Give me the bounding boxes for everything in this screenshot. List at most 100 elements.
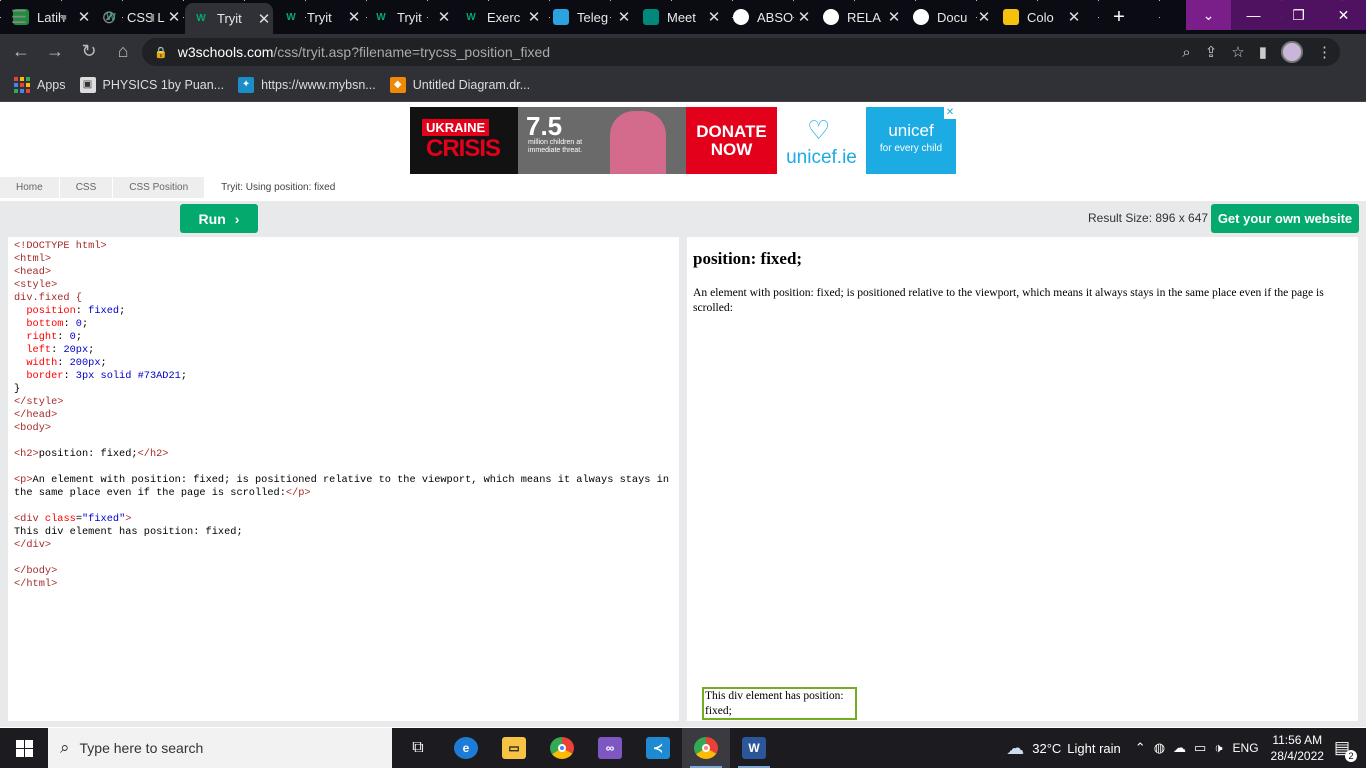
word-button[interactable]: W <box>730 728 778 768</box>
weather-temp[interactable]: 32°C <box>1032 741 1061 756</box>
browser-tab[interactable]: ABSO ✕ <box>725 4 813 30</box>
code-token: left <box>26 344 52 356</box>
code-line: <style> <box>14 279 679 292</box>
tab-close-icon[interactable]: ✕ <box>525 8 543 26</box>
code-token: This div element has position: fixed; <box>14 526 243 538</box>
notifications-icon[interactable]: ▤ 2 <box>1334 738 1357 762</box>
visual-studio-button[interactable]: ∞ <box>586 728 634 768</box>
menu-kebab-icon[interactable]: ⋮ <box>1317 43 1332 61</box>
code-line: </head> <box>14 409 679 422</box>
ad-tagline: for every child <box>879 143 943 154</box>
child-photo <box>610 111 666 174</box>
breadcrumb-css-position[interactable]: CSS Position <box>113 177 205 198</box>
code-token: } <box>14 383 21 395</box>
home-button[interactable]: ⌂ <box>110 38 136 64</box>
cloud-rain-icon: ☁ <box>1006 737 1025 758</box>
tab-close-icon[interactable]: ✕ <box>165 8 183 26</box>
tab-title: Tryit <box>307 9 332 25</box>
zoom-icon[interactable]: ⌕ <box>1182 44 1190 61</box>
profile-avatar[interactable] <box>1281 41 1303 63</box>
ad-banner[interactable]: UKRAINE CRISIS 7.5 million children at i… <box>410 107 956 174</box>
address-bar[interactable]: 🔒 w3schools.com/css/tryit.asp?filename=t… <box>142 38 1340 66</box>
w3schools-icon: W <box>376 11 386 23</box>
file-explorer-button[interactable]: ▭ <box>490 728 538 768</box>
browser-tab[interactable]: W Tryit ✕ <box>365 4 453 30</box>
dark-mode-icon[interactable]: ◐ <box>143 7 165 27</box>
tab-close-icon[interactable]: ✕ <box>615 8 633 26</box>
chrome-button[interactable] <box>538 728 586 768</box>
code-token: </style> <box>14 396 64 408</box>
onedrive-icon[interactable]: ☁ <box>1173 740 1186 756</box>
tab-close-icon[interactable]: ✕ <box>795 8 813 26</box>
vscode-button[interactable]: ≺ <box>634 728 682 768</box>
maximize-button[interactable]: ❐ <box>1276 0 1321 30</box>
ad-close-icon[interactable]: ✕ <box>944 107 956 119</box>
new-tab-button[interactable]: + <box>1108 7 1130 29</box>
code-line: right: 0; <box>14 331 679 344</box>
browser-tab[interactable]: W Tryit ✕ <box>185 3 273 34</box>
code-editor[interactable]: <!DOCTYPE html> <html> <head> <style> div.fi… <box>8 237 679 721</box>
bookmark-mybsn[interactable]: ✦ https://www.mybsn... <box>238 76 376 93</box>
back-button[interactable]: ← <box>8 38 34 64</box>
run-button[interactable]: Run › <box>180 204 258 233</box>
taskbar-search[interactable]: ⌕ Type here to search <box>48 728 392 768</box>
window-controls: ⌄ — ❐ ✕ <box>1186 0 1366 30</box>
breadcrumb-css[interactable]: CSS <box>59 177 113 198</box>
code-line: This div element has position: fixed; <box>14 526 679 539</box>
tab-close-icon[interactable]: ✕ <box>885 8 903 26</box>
bookmark-physics[interactable]: ▣ PHYSICS 1by Puan... <box>79 76 224 93</box>
reload-button[interactable]: ↻ <box>76 38 102 64</box>
tab-search-button[interactable]: ⌄ <box>1186 0 1231 30</box>
bookmark-apps[interactable]: Apps <box>14 76 66 93</box>
side-panel-icon[interactable]: ▮ <box>1259 43 1267 61</box>
network-icon[interactable]: ▭ <box>1194 740 1206 756</box>
browser-tab[interactable]: RELA ✕ <box>815 4 903 30</box>
edge-button[interactable]: e <box>442 728 490 768</box>
meet-now-icon[interactable]: ◍ <box>1154 740 1165 756</box>
close-window-button[interactable]: ✕ <box>1321 0 1366 30</box>
clock[interactable]: 11:56 AM 28/4/2022 <box>1271 732 1324 764</box>
tab-close-icon[interactable]: ✕ <box>255 10 273 28</box>
forward-button[interactable]: → <box>42 38 68 64</box>
task-view-button[interactable]: ⧉ <box>394 728 442 768</box>
get-website-button[interactable]: Get your own website <box>1211 204 1359 233</box>
tab-close-icon[interactable]: ✕ <box>345 8 363 26</box>
code-token: <!DOCTYPE html> <box>14 240 107 252</box>
code-token: width <box>26 357 58 369</box>
minimize-button[interactable]: — <box>1231 0 1276 30</box>
tab-close-icon[interactable]: ✕ <box>75 8 93 26</box>
language-indicator[interactable]: ENG <box>1233 741 1259 755</box>
code-token: div.fixed { <box>14 292 82 304</box>
browser-tab[interactable]: Docu ✕ <box>905 4 993 30</box>
browser-tab[interactable]: Meet ✕ <box>635 4 723 30</box>
tab-close-icon[interactable]: ✕ <box>975 8 993 26</box>
system-tray: ☁ 32°C Light rain ⌃ ◍ ☁ ▭ 🕩 ENG 11:56 AM… <box>1006 728 1366 768</box>
browser-tab[interactable]: Colo ✕ <box>995 4 1083 30</box>
start-button[interactable] <box>0 728 48 768</box>
share-icon[interactable]: ⇪ <box>1205 43 1218 61</box>
rotate-layout-icon[interactable]: ⊘ <box>98 7 120 27</box>
chrome-profile-button[interactable] <box>682 728 730 768</box>
bookmark-star-icon[interactable]: ☆ <box>1231 43 1244 61</box>
tab-close-icon[interactable]: ✕ <box>435 8 453 26</box>
code-token: <head> <box>14 266 52 278</box>
code-line: position: fixed; <box>14 305 679 318</box>
bookmark-diagram[interactable]: ◆ Untitled Diagram.dr... <box>389 76 530 93</box>
tab-close-icon[interactable]: ✕ <box>705 8 723 26</box>
volume-icon[interactable]: 🕩 <box>1214 740 1222 756</box>
meet-icon <box>643 9 659 25</box>
weather-text[interactable]: Light rain <box>1067 741 1120 756</box>
browser-tab[interactable]: Teleg ✕ <box>545 4 633 30</box>
code-token: </html> <box>14 578 58 590</box>
save-icon[interactable]: ▪ <box>53 7 75 27</box>
search-icon: ⌕ <box>60 738 70 757</box>
browser-tab[interactable]: W Exerc ✕ <box>455 4 543 30</box>
breadcrumb-home[interactable]: Home <box>0 177 59 198</box>
chevron-up-icon[interactable]: ⌃ <box>1135 740 1146 756</box>
tab-close-icon[interactable]: ✕ <box>1065 8 1083 26</box>
browser-tab[interactable]: W Tryit ✕ <box>275 4 363 30</box>
menu-hamburger-icon[interactable]: ☰ <box>8 7 30 27</box>
colorzilla-icon <box>1003 9 1019 25</box>
